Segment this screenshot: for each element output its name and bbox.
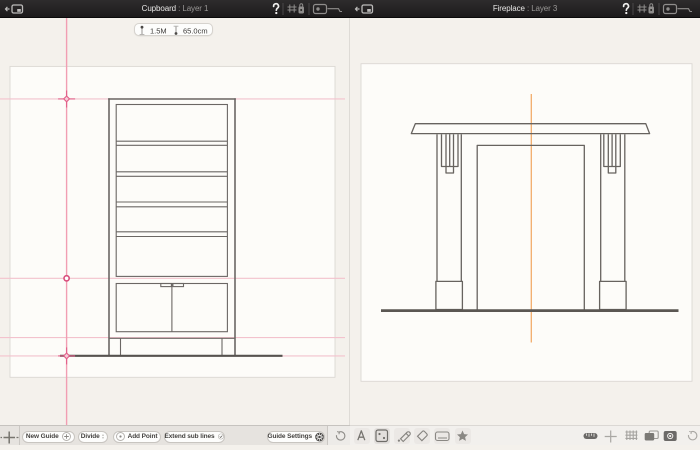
svg-text:65.0cm: 65.0cm bbox=[183, 27, 208, 36]
svg-text:1.5M: 1.5M bbox=[150, 27, 167, 36]
